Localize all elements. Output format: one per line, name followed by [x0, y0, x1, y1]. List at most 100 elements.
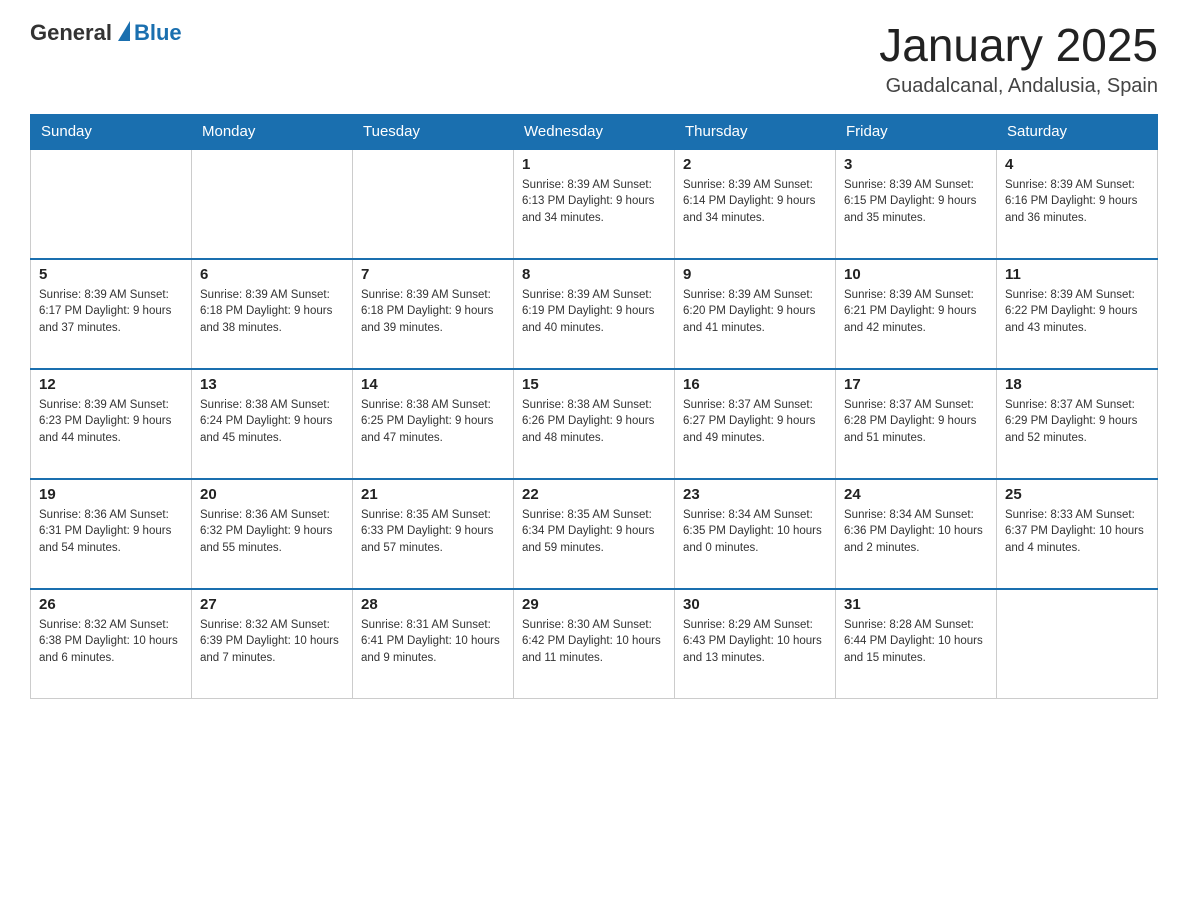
day-cell: 27 Sunrise: 8:32 AM Sunset: 6:39 PM Dayli… [192, 589, 353, 699]
week-row-1: 1Sunrise: 8:39 AM Sunset: 6:13 PM Daylig… [31, 149, 1158, 259]
day-info: Sunrise: 8:32 AM Sunset: 6:39 PM Dayligh… [200, 619, 339, 664]
day-number: 4 [1005, 156, 1149, 173]
day-cell: 10 Sunrise: 8:39 AM Sunset: 6:21 PM Dayli… [836, 259, 997, 369]
day-info: Sunrise: 8:36 AM Sunset: 6:31 PM Dayligh… [39, 509, 171, 554]
title-block: January 2025 Guadalcanal, Andalusia, Spa… [879, 20, 1158, 98]
day-info: Sunrise: 8:37 AM Sunset: 6:27 PM Dayligh… [683, 399, 815, 444]
day-number: 7 [361, 266, 505, 283]
day-cell: 5 Sunrise: 8:39 AM Sunset: 6:17 PM Daylig… [31, 259, 192, 369]
day-cell: 3Sunrise: 8:39 AM Sunset: 6:15 PM Daylig… [836, 149, 997, 259]
day-cell: 30Sunrise: 8:29 AM Sunset: 6:43 PM Dayli… [675, 589, 836, 699]
day-cell: 26Sunrise: 8:32 AM Sunset: 6:38 PM Dayli… [31, 589, 192, 699]
day-number: 27 [200, 596, 344, 613]
day-number: 10 [844, 266, 988, 283]
day-cell [31, 149, 192, 259]
day-info: Sunrise: 8:39 AM Sunset: 6:18 PM Dayligh… [361, 289, 493, 334]
day-number: 13 [200, 376, 344, 393]
day-number: 6 [200, 266, 344, 283]
day-info: Sunrise: 8:38 AM Sunset: 6:26 PM Dayligh… [522, 399, 654, 444]
day-cell: 21 Sunrise: 8:35 AM Sunset: 6:33 PM Dayli… [353, 479, 514, 589]
day-cell: 11 Sunrise: 8:39 AM Sunset: 6:22 PM Dayli… [997, 259, 1158, 369]
weekday-header-thursday: Thursday [675, 114, 836, 149]
day-number: 17 [844, 376, 988, 393]
day-info: Sunrise: 8:33 AM Sunset: 6:37 PM Dayligh… [1005, 509, 1144, 554]
day-info: Sunrise: 8:30 AM Sunset: 6:42 PM Dayligh… [522, 619, 661, 664]
day-cell: 25 Sunrise: 8:33 AM Sunset: 6:37 PM Dayli… [997, 479, 1158, 589]
week-row-3: 12Sunrise: 8:39 AM Sunset: 6:23 PM Dayli… [31, 369, 1158, 479]
day-info: Sunrise: 8:34 AM Sunset: 6:35 PM Dayligh… [683, 509, 822, 554]
day-info: Sunrise: 8:35 AM Sunset: 6:33 PM Dayligh… [361, 509, 493, 554]
day-number: 8 [522, 266, 666, 283]
day-number: 18 [1005, 376, 1149, 393]
month-title: January 2025 [879, 20, 1158, 71]
day-number: 16 [683, 376, 827, 393]
logo-blue: Blue [134, 20, 182, 46]
day-number: 5 [39, 266, 183, 283]
day-number: 19 [39, 486, 183, 503]
day-cell: 22Sunrise: 8:35 AM Sunset: 6:34 PM Dayli… [514, 479, 675, 589]
day-info: Sunrise: 8:29 AM Sunset: 6:43 PM Dayligh… [683, 619, 822, 664]
day-info: Sunrise: 8:34 AM Sunset: 6:36 PM Dayligh… [844, 509, 983, 554]
day-cell: 14Sunrise: 8:38 AM Sunset: 6:25 PM Dayli… [353, 369, 514, 479]
day-info: Sunrise: 8:31 AM Sunset: 6:41 PM Dayligh… [361, 619, 500, 664]
day-cell [997, 589, 1158, 699]
day-number: 29 [522, 596, 666, 613]
logo: General Blue [30, 20, 182, 46]
day-cell: 20 Sunrise: 8:36 AM Sunset: 6:32 PM Dayli… [192, 479, 353, 589]
day-info: Sunrise: 8:39 AM Sunset: 6:21 PM Dayligh… [844, 289, 976, 334]
day-number: 3 [844, 156, 988, 173]
day-info: Sunrise: 8:35 AM Sunset: 6:34 PM Dayligh… [522, 509, 654, 554]
weekday-header-tuesday: Tuesday [353, 114, 514, 149]
day-cell: 4 Sunrise: 8:39 AM Sunset: 6:16 PM Daylig… [997, 149, 1158, 259]
weekday-header-row: SundayMondayTuesdayWednesdayThursdayFrid… [31, 114, 1158, 149]
day-number: 21 [361, 486, 505, 503]
day-cell: 24 Sunrise: 8:34 AM Sunset: 6:36 PM Dayli… [836, 479, 997, 589]
day-cell: 16 Sunrise: 8:37 AM Sunset: 6:27 PM Dayli… [675, 369, 836, 479]
day-number: 14 [361, 376, 505, 393]
day-info: Sunrise: 8:39 AM Sunset: 6:17 PM Dayligh… [39, 289, 171, 334]
day-number: 1 [522, 156, 666, 173]
day-info: Sunrise: 8:32 AM Sunset: 6:38 PM Dayligh… [39, 619, 178, 664]
weekday-header-wednesday: Wednesday [514, 114, 675, 149]
weekday-header-friday: Friday [836, 114, 997, 149]
day-info: Sunrise: 8:39 AM Sunset: 6:19 PM Dayligh… [522, 289, 654, 334]
day-number: 28 [361, 596, 505, 613]
day-number: 9 [683, 266, 827, 283]
day-cell [192, 149, 353, 259]
day-number: 20 [200, 486, 344, 503]
day-cell: 23Sunrise: 8:34 AM Sunset: 6:35 PM Dayli… [675, 479, 836, 589]
day-number: 15 [522, 376, 666, 393]
logo-triangle-icon [118, 21, 130, 41]
day-cell: 18 Sunrise: 8:37 AM Sunset: 6:29 PM Dayli… [997, 369, 1158, 479]
week-row-4: 19 Sunrise: 8:36 AM Sunset: 6:31 PM Dayli… [31, 479, 1158, 589]
day-info: Sunrise: 8:28 AM Sunset: 6:44 PM Dayligh… [844, 619, 983, 664]
day-info: Sunrise: 8:39 AM Sunset: 6:22 PM Dayligh… [1005, 289, 1137, 334]
day-number: 31 [844, 596, 988, 613]
logo-general: General [30, 20, 112, 46]
day-cell: 7 Sunrise: 8:39 AM Sunset: 6:18 PM Daylig… [353, 259, 514, 369]
page-header: General Blue January 2025 Guadalcanal, A… [30, 20, 1158, 98]
day-cell: 17Sunrise: 8:37 AM Sunset: 6:28 PM Dayli… [836, 369, 997, 479]
day-info: Sunrise: 8:37 AM Sunset: 6:29 PM Dayligh… [1005, 399, 1137, 444]
day-cell: 15 Sunrise: 8:38 AM Sunset: 6:26 PM Dayli… [514, 369, 675, 479]
day-cell: 1Sunrise: 8:39 AM Sunset: 6:13 PM Daylig… [514, 149, 675, 259]
day-info: Sunrise: 8:39 AM Sunset: 6:14 PM Dayligh… [683, 179, 815, 224]
week-row-2: 5 Sunrise: 8:39 AM Sunset: 6:17 PM Daylig… [31, 259, 1158, 369]
day-cell: 12Sunrise: 8:39 AM Sunset: 6:23 PM Dayli… [31, 369, 192, 479]
day-cell: 29 Sunrise: 8:30 AM Sunset: 6:42 PM Dayli… [514, 589, 675, 699]
calendar-table: SundayMondayTuesdayWednesdayThursdayFrid… [30, 114, 1158, 700]
day-number: 24 [844, 486, 988, 503]
day-cell: 9 Sunrise: 8:39 AM Sunset: 6:20 PM Daylig… [675, 259, 836, 369]
day-number: 25 [1005, 486, 1149, 503]
day-info: Sunrise: 8:39 AM Sunset: 6:20 PM Dayligh… [683, 289, 815, 334]
location-title: Guadalcanal, Andalusia, Spain [879, 75, 1158, 98]
day-info: Sunrise: 8:38 AM Sunset: 6:24 PM Dayligh… [200, 399, 332, 444]
day-cell: 6Sunrise: 8:39 AM Sunset: 6:18 PM Daylig… [192, 259, 353, 369]
weekday-header-sunday: Sunday [31, 114, 192, 149]
day-info: Sunrise: 8:39 AM Sunset: 6:16 PM Dayligh… [1005, 179, 1137, 224]
day-cell: 13 Sunrise: 8:38 AM Sunset: 6:24 PM Dayli… [192, 369, 353, 479]
day-cell: 2Sunrise: 8:39 AM Sunset: 6:14 PM Daylig… [675, 149, 836, 259]
day-number: 11 [1005, 266, 1149, 283]
day-info: Sunrise: 8:36 AM Sunset: 6:32 PM Dayligh… [200, 509, 332, 554]
day-info: Sunrise: 8:39 AM Sunset: 6:23 PM Dayligh… [39, 399, 171, 444]
